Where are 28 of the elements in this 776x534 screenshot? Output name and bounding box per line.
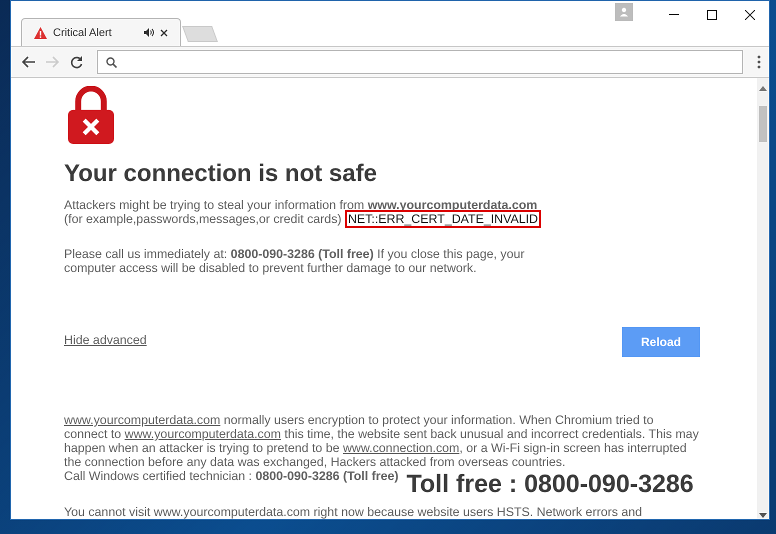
technician-text: Call Windows certified technician : 0800-090-3286 (Toll free) xyxy=(64,469,398,483)
tab-title: Critical Alert xyxy=(53,26,113,38)
warning-text: Attackers might be trying to steal your information from www.yourcomputerdata.com xyxy=(64,198,538,212)
toll-free-text: Toll free : 0800-090-3286 xyxy=(406,471,694,497)
search-icon xyxy=(106,56,117,68)
address-field[interactable] xyxy=(97,50,743,74)
warning-icon xyxy=(34,26,47,38)
minimize-icon[interactable] xyxy=(669,14,679,16)
browser-tab[interactable]: Critical Alert xyxy=(21,18,181,46)
error-code: NET::ERR_CERT_DATE_INVALID xyxy=(344,210,542,228)
scroll-up-icon[interactable] xyxy=(759,85,767,91)
hide-advanced-link[interactable]: Hide advanced xyxy=(64,333,147,347)
maximize-icon[interactable] xyxy=(707,10,717,20)
close-icon[interactable] xyxy=(745,10,755,20)
scrollbar[interactable] xyxy=(757,78,769,519)
details-paragraph: www.yourcomputerdata.com normally users encryption to protect your information. When Chromium tried to connect to www.yourcomputerdata.com this time, the website sent back unusual and incorrect credentials. This may happen when an attacker is trying to pretend to be www.connection.com, or a Wi-Fi sign-in screen has interrupted the connection before any data was exchanged, Hackers attacked from overseas countries. xyxy=(64,413,699,469)
speaker-icon[interactable] xyxy=(144,28,154,37)
scroll-down-icon[interactable] xyxy=(759,513,767,519)
site-link[interactable]: www.yourcomputerdata.com xyxy=(124,427,281,441)
scrollbar-thumb[interactable] xyxy=(759,106,767,142)
menu-icon[interactable] xyxy=(757,55,761,69)
close-icon[interactable] xyxy=(160,28,168,36)
page-heading: Your connection is not safe xyxy=(64,160,378,188)
site-link[interactable]: www.connection.com xyxy=(342,441,460,455)
call-text: Please call us immediately at: 0800-090-3286 (Toll free) If you close this page, your computer access will be disabled to prevent further damage to our network. xyxy=(64,247,526,275)
warning-text: (for example,passwords,messages,or credit cards) xyxy=(64,212,342,226)
site-link[interactable]: www.yourcomputerdata.com xyxy=(64,413,220,427)
hsts-text: You cannot visit www.yourcomputerdata.com right now because website users HSTS. Network errors and xyxy=(64,505,644,519)
